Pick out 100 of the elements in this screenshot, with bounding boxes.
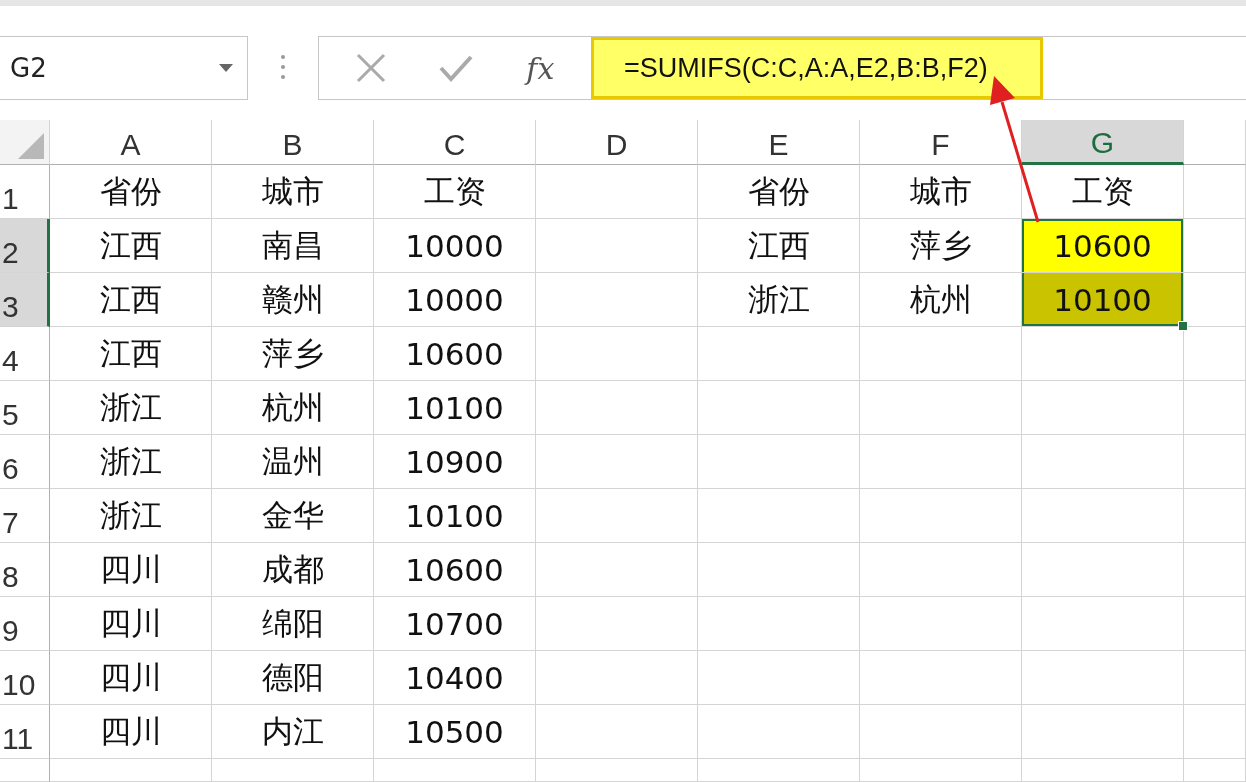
- table-cell[interactable]: 省份: [698, 165, 860, 219]
- table-cell[interactable]: 德阳: [212, 651, 374, 705]
- table-cell[interactable]: 杭州: [212, 381, 374, 435]
- table-cell[interactable]: 浙江: [50, 381, 212, 435]
- table-cell[interactable]: [860, 597, 1022, 651]
- table-cell[interactable]: [536, 435, 698, 489]
- table-cell[interactable]: 四川: [50, 597, 212, 651]
- table-cell[interactable]: [860, 705, 1022, 759]
- table-cell[interactable]: 成都: [212, 543, 374, 597]
- table-cell[interactable]: 工资: [374, 165, 536, 219]
- table-cell[interactable]: [536, 219, 698, 273]
- row-header[interactable]: 5: [0, 381, 50, 435]
- table-cell[interactable]: 四川: [50, 651, 212, 705]
- column-header[interactable]: F: [860, 120, 1022, 165]
- table-cell[interactable]: [698, 597, 860, 651]
- table-cell[interactable]: [1184, 327, 1246, 381]
- row-header[interactable]: 8: [0, 543, 50, 597]
- formula-field[interactable]: =SUMIFS(C:C,A:A,E2,B:B,F2): [591, 37, 1043, 99]
- row-header[interactable]: 10: [0, 651, 50, 705]
- table-cell[interactable]: 金华: [212, 489, 374, 543]
- table-cell[interactable]: [536, 651, 698, 705]
- table-cell[interactable]: 内江: [212, 705, 374, 759]
- table-cell[interactable]: [1184, 651, 1246, 705]
- table-cell[interactable]: [698, 543, 860, 597]
- table-cell[interactable]: 10500: [374, 705, 536, 759]
- column-header[interactable]: E: [698, 120, 860, 165]
- table-cell[interactable]: [536, 381, 698, 435]
- column-header[interactable]: B: [212, 120, 374, 165]
- table-cell[interactable]: [860, 327, 1022, 381]
- table-cell[interactable]: 江西: [50, 273, 212, 327]
- table-cell[interactable]: [1184, 759, 1246, 782]
- table-cell[interactable]: [1022, 435, 1184, 489]
- table-cell[interactable]: [698, 489, 860, 543]
- table-cell[interactable]: [536, 759, 698, 782]
- fill-handle[interactable]: [1178, 321, 1188, 331]
- table-cell[interactable]: [860, 381, 1022, 435]
- check-icon[interactable]: [438, 54, 473, 82]
- table-cell[interactable]: 10700: [374, 597, 536, 651]
- table-cell[interactable]: [860, 759, 1022, 782]
- column-header[interactable]: A: [50, 120, 212, 165]
- table-cell[interactable]: [536, 543, 698, 597]
- table-cell[interactable]: 浙江: [50, 435, 212, 489]
- row-header[interactable]: 7: [0, 489, 50, 543]
- table-cell[interactable]: [860, 435, 1022, 489]
- row-header[interactable]: 3: [0, 273, 50, 327]
- select-all-button[interactable]: [0, 120, 50, 165]
- table-cell[interactable]: 10000: [374, 273, 536, 327]
- table-cell[interactable]: 城市: [860, 165, 1022, 219]
- table-cell[interactable]: 南昌: [212, 219, 374, 273]
- table-cell[interactable]: 绵阳: [212, 597, 374, 651]
- table-cell[interactable]: 城市: [212, 165, 374, 219]
- table-cell[interactable]: 四川: [50, 543, 212, 597]
- table-cell[interactable]: 江西: [50, 327, 212, 381]
- table-cell[interactable]: [536, 489, 698, 543]
- row-header[interactable]: [0, 759, 50, 782]
- column-header[interactable]: C: [374, 120, 536, 165]
- table-cell[interactable]: [860, 543, 1022, 597]
- table-cell[interactable]: 10100: [374, 381, 536, 435]
- column-header[interactable]: [1184, 120, 1246, 165]
- table-cell[interactable]: [698, 435, 860, 489]
- table-cell[interactable]: [860, 651, 1022, 705]
- table-cell[interactable]: [698, 759, 860, 782]
- table-cell[interactable]: 省份: [50, 165, 212, 219]
- table-cell[interactable]: [1022, 381, 1184, 435]
- table-cell[interactable]: [1022, 705, 1184, 759]
- table-cell[interactable]: [1022, 597, 1184, 651]
- table-cell[interactable]: [698, 705, 860, 759]
- table-cell[interactable]: [1022, 489, 1184, 543]
- column-header[interactable]: G: [1022, 120, 1184, 165]
- row-header[interactable]: 9: [0, 597, 50, 651]
- row-header[interactable]: 2: [0, 219, 50, 273]
- column-header[interactable]: D: [536, 120, 698, 165]
- cancel-icon[interactable]: [355, 53, 386, 83]
- table-cell[interactable]: 四川: [50, 705, 212, 759]
- insert-function-button[interactable]: fx: [526, 50, 555, 86]
- table-cell[interactable]: [536, 327, 698, 381]
- table-cell[interactable]: 10600: [374, 543, 536, 597]
- table-cell[interactable]: [1184, 435, 1246, 489]
- table-cell[interactable]: [536, 705, 698, 759]
- row-header[interactable]: 4: [0, 327, 50, 381]
- table-cell[interactable]: [1184, 543, 1246, 597]
- table-cell[interactable]: [698, 381, 860, 435]
- table-cell[interactable]: 萍乡: [212, 327, 374, 381]
- table-cell[interactable]: 浙江: [698, 273, 860, 327]
- table-cell[interactable]: [698, 327, 860, 381]
- table-cell[interactable]: 10600: [1022, 219, 1184, 273]
- table-cell[interactable]: [536, 273, 698, 327]
- table-cell[interactable]: [536, 597, 698, 651]
- table-cell[interactable]: [1184, 597, 1246, 651]
- table-cell[interactable]: 温州: [212, 435, 374, 489]
- table-cell[interactable]: 江西: [50, 219, 212, 273]
- table-cell[interactable]: 10100: [374, 489, 536, 543]
- table-cell[interactable]: 10600: [374, 327, 536, 381]
- table-cell[interactable]: [374, 759, 536, 782]
- table-cell[interactable]: [1022, 543, 1184, 597]
- table-cell[interactable]: [1184, 489, 1246, 543]
- table-cell[interactable]: [1184, 165, 1246, 219]
- table-cell[interactable]: [1184, 219, 1246, 273]
- table-cell[interactable]: [860, 489, 1022, 543]
- table-cell[interactable]: 10900: [374, 435, 536, 489]
